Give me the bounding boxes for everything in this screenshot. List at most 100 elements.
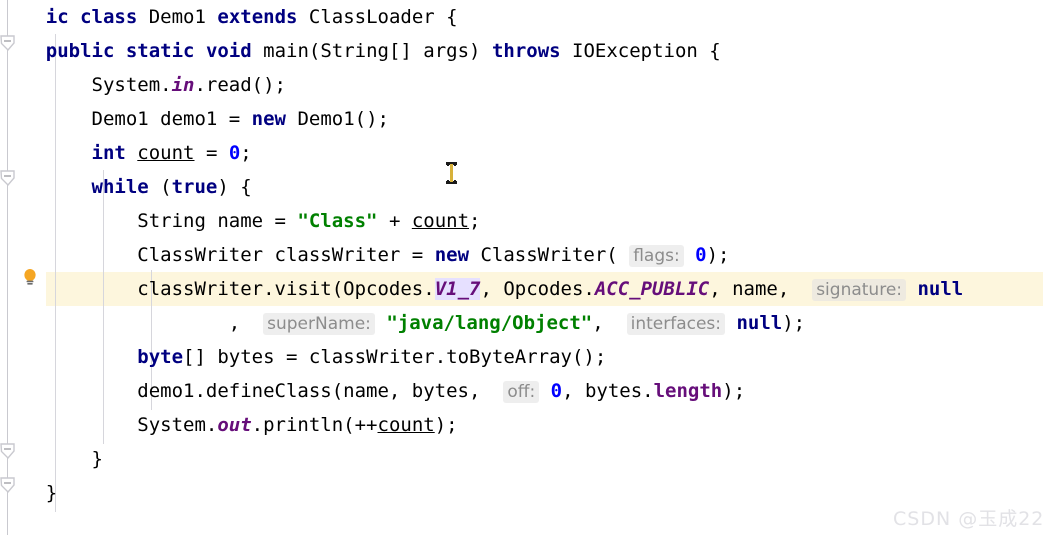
code-token: [] bytes = classWriter.toByteArray();	[183, 346, 607, 368]
code-token: );	[782, 312, 806, 334]
code-token: 0	[550, 380, 563, 402]
code-token: ClassWriter classWriter =	[0, 244, 435, 266]
code-editor[interactable]: public class Demo1 extends ClassLoader {…	[0, 0, 1043, 535]
code-token: 0	[228, 142, 241, 164]
code-token: null	[736, 312, 783, 334]
code-token: new	[251, 108, 286, 130]
code-line[interactable]: while (true) {	[0, 170, 1043, 204]
editor-gutter[interactable]	[0, 0, 46, 535]
code-line-content: public class Demo1 extends ClassLoader {	[0, 0, 458, 34]
code-token: =	[194, 142, 229, 164]
code-line[interactable]: ClassWriter classWriter = new ClassWrite…	[0, 238, 1043, 272]
code-line[interactable]: System.out.println(++count);	[0, 408, 1043, 442]
code-token: Demo1();	[286, 108, 389, 130]
code-token: ;	[469, 210, 481, 232]
code-token: count	[411, 210, 470, 232]
code-line[interactable]: classWriter.visit(Opcodes.V1_7, Opcodes.…	[0, 272, 1043, 306]
code-token: (	[148, 176, 172, 198]
code-token: );	[706, 244, 730, 266]
code-line[interactable]: }	[0, 506, 1043, 535]
code-line-content: classWriter.visit(Opcodes.V1_7, Opcodes.…	[0, 272, 963, 307]
parameter-name-hint[interactable]: off:	[503, 381, 540, 403]
collapse-fold-marker-icon[interactable]	[0, 477, 17, 497]
code-token: length	[653, 380, 723, 402]
code-token: ,	[592, 312, 616, 334]
code-line[interactable]: String name = "Class" + count;	[0, 204, 1043, 238]
code-line[interactable]: int count = 0;	[0, 136, 1043, 170]
code-token: ;	[240, 142, 252, 164]
code-token: byte	[137, 346, 184, 368]
code-token: while	[91, 176, 149, 198]
code-line[interactable]: , superName: "java/lang/Object", interfa…	[0, 306, 1043, 340]
code-line[interactable]: public static void main(String[] args) t…	[0, 34, 1043, 68]
code-token: , Opcodes.	[480, 278, 595, 300]
code-line-content: System.out.println(++count);	[0, 408, 458, 442]
collapse-fold-marker-icon[interactable]	[0, 443, 17, 463]
parameter-name-hint[interactable]: signature:	[812, 279, 907, 301]
code-token: "Class"	[297, 210, 378, 232]
watermark: CSDN @玉成226	[893, 508, 1043, 530]
code-token: out	[217, 414, 252, 436]
code-token: true	[171, 176, 218, 198]
code-token: IOException {	[560, 40, 721, 62]
code-token: count	[137, 142, 195, 164]
code-token: );	[722, 380, 746, 402]
code-token: count	[377, 414, 435, 436]
code-token: null	[917, 278, 964, 300]
code-line[interactable]: }	[0, 476, 1043, 510]
code-line-content: ClassWriter classWriter = new ClassWrite…	[0, 238, 730, 273]
parameter-name-hint[interactable]: flags:	[629, 245, 684, 267]
code-line[interactable]: public class Demo1 extends ClassLoader {	[0, 0, 1043, 34]
code-token: , bytes.	[562, 380, 654, 402]
code-line[interactable]: }	[0, 442, 1043, 476]
code-token: throws	[491, 40, 561, 62]
code-token: .read();	[194, 74, 286, 96]
code-line[interactable]: Demo1 demo1 = new Demo1();	[0, 102, 1043, 136]
collapse-fold-marker-icon[interactable]	[0, 35, 17, 55]
code-token: 0	[695, 244, 707, 266]
code-token: main(String[] args)	[251, 40, 492, 62]
code-token: in	[171, 74, 195, 96]
code-line-content: , superName: "java/lang/Object", interfa…	[0, 306, 805, 341]
intention-bulb-icon[interactable]	[22, 267, 38, 287]
code-token: extends	[217, 6, 298, 28]
code-token: int	[91, 142, 126, 164]
collapse-fold-marker-icon[interactable]	[0, 170, 17, 190]
parameter-name-hint[interactable]: interfaces:	[626, 313, 725, 335]
code-line[interactable]: demo1.defineClass(name, bytes, off: 0, b…	[0, 374, 1043, 408]
code-token: , name,	[709, 278, 801, 300]
code-line[interactable]: byte[] bytes = classWriter.toByteArray()…	[0, 340, 1043, 374]
code-line-content: Demo1 demo1 = new Demo1();	[0, 102, 389, 136]
code-token: ACC_PUBLIC	[594, 278, 710, 300]
text-ibeam-cursor	[446, 162, 457, 184]
parameter-name-hint[interactable]: superName:	[263, 313, 375, 335]
code-token: ) {	[217, 176, 252, 198]
code-token: ClassLoader {	[297, 6, 458, 28]
code-token: public	[45, 40, 115, 62]
code-token: demo1.defineClass(name, bytes,	[0, 380, 492, 402]
code-token: void	[205, 40, 252, 62]
code-token: Demo1	[137, 6, 218, 28]
code-token: ClassWriter(	[469, 244, 618, 266]
code-line[interactable]: System.in.read();	[0, 68, 1043, 102]
code-token: "java/lang/Object"	[386, 312, 593, 334]
code-token: static	[125, 40, 195, 62]
code-line-content: String name = "Class" + count;	[0, 204, 480, 238]
code-line-content: demo1.defineClass(name, bytes, off: 0, b…	[0, 374, 745, 409]
code-line-content: public static void main(String[] args) t…	[0, 34, 721, 68]
code-text-layer[interactable]: public class Demo1 extends ClassLoader {…	[0, 0, 1043, 535]
code-token: classWriter.visit(Opcodes.	[0, 278, 435, 300]
code-line-content: byte[] bytes = classWriter.toByteArray()…	[0, 340, 606, 374]
code-token: +	[377, 210, 412, 232]
code-token: );	[434, 414, 458, 436]
